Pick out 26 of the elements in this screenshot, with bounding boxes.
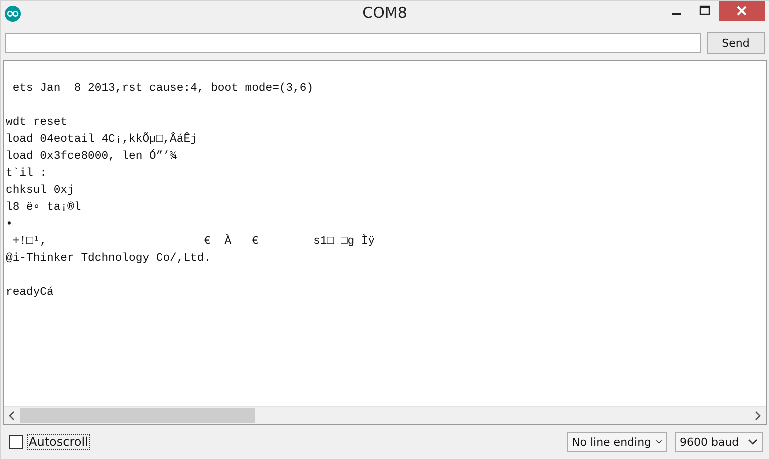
output-line: • — [6, 218, 14, 233]
output-line: readyCá — [6, 286, 55, 301]
output-line: chksul 0xj — [6, 184, 76, 199]
output-line: load 0x3fce8000, len Ó”’¾ — [6, 149, 178, 165]
chevron-down-icon — [748, 439, 758, 445]
output-line: ets Jan 8 2013,rst cause:4, boot mode=(3,6) — [12, 82, 315, 97]
scroll-left-icon[interactable] — [9, 410, 15, 420]
chevron-down-icon — [656, 439, 662, 445]
line-ending-dropdown[interactable]: No line ending — [567, 432, 667, 452]
autoscroll-checkbox[interactable] — [9, 435, 23, 449]
output-line: load 04eotail 4C¡,kkÕµ□,ÂáÊj — [6, 132, 198, 148]
output-line: l8 ë∘ ta¡®l — [6, 200, 82, 216]
input-field[interactable] — [5, 33, 701, 53]
baud-rate-dropdown[interactable]: 9600 baud — [675, 432, 763, 452]
scroll-right-icon[interactable] — [755, 410, 761, 420]
autoscroll-label[interactable]: Autoscroll — [27, 434, 90, 450]
output-line: t`il : — [6, 166, 48, 182]
horizontal-scrollbar[interactable] — [4, 406, 766, 424]
send-button[interactable]: Send — [707, 32, 765, 54]
output-line: wdt reset — [6, 116, 69, 131]
close-icon[interactable] — [719, 1, 765, 21]
output-line: +!□¹, € À € s1□ □g Ìÿ — [12, 234, 376, 250]
window-title: COM8 — [362, 4, 408, 22]
scrollbar-thumb[interactable] — [20, 408, 255, 423]
app-logo-icon — [5, 6, 21, 22]
output-line: @i-Thinker Tdchnology Co/,Ltd. — [6, 252, 212, 267]
